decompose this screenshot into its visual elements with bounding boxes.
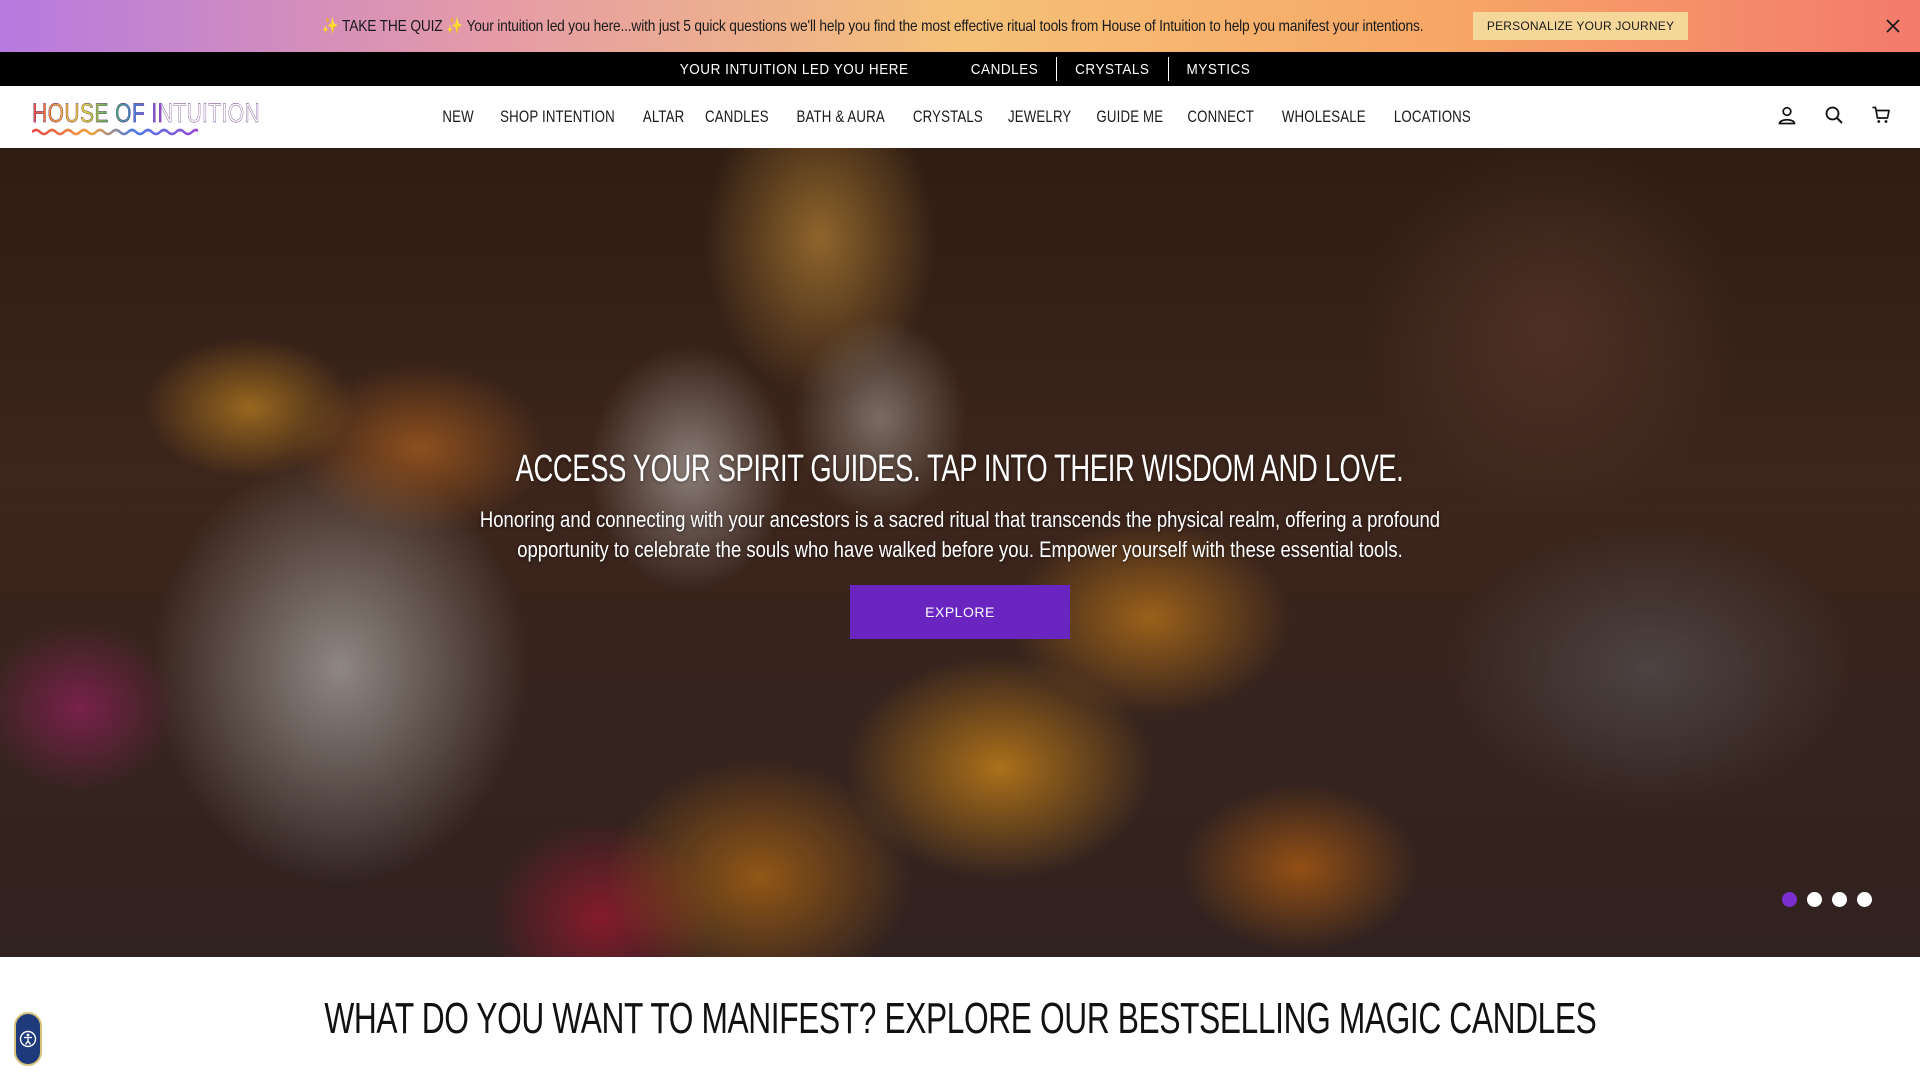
main-header: HOUSE OF INTUITION NEW SHOP INTENTION AL…	[0, 86, 1920, 148]
nav-item-shop-intention[interactable]: SHOP INTENTION	[495, 107, 621, 127]
subnav-divider	[1055, 57, 1057, 81]
nav-item-bath-aura[interactable]: BATH & AURA	[791, 107, 890, 127]
slide-dot-4[interactable]	[1857, 892, 1872, 907]
cart-icon[interactable]	[1869, 103, 1892, 126]
nav-item-connect[interactable]: CONNECT	[1182, 107, 1260, 127]
nav-item-candles[interactable]: CANDLES	[700, 107, 775, 127]
nav-item-crystals[interactable]: CRYSTALS	[908, 107, 989, 127]
header-icons	[1775, 103, 1892, 126]
hero-title: ACCESS YOUR SPIRIT GUIDES. TAP INTO THEI…	[516, 448, 1404, 490]
personalize-journey-button[interactable]: PERSONALIZE YOUR JOURNEY	[1472, 12, 1689, 40]
hero-banner: ACCESS YOUR SPIRIT GUIDES. TAP INTO THEI…	[0, 148, 1920, 957]
slide-dot-1[interactable]	[1782, 892, 1797, 907]
slide-dot-2[interactable]	[1807, 892, 1822, 907]
main-nav: NEW SHOP INTENTION ALTAR CANDLES BATH & …	[0, 86, 1920, 148]
account-icon[interactable]	[1775, 103, 1798, 126]
hero-content: ACCESS YOUR SPIRIT GUIDES. TAP INTO THEI…	[0, 448, 1920, 639]
search-icon[interactable]	[1822, 103, 1845, 126]
slide-dot-3[interactable]	[1832, 892, 1847, 907]
top-subnav: YOUR INTUITION LED YOU HERE CANDLES CRYS…	[0, 52, 1920, 86]
section-title: WHAT DO YOU WANT TO MANIFEST? EXPLORE OU…	[323, 994, 1597, 1043]
hero-description: Honoring and connecting with your ancest…	[479, 507, 1441, 562]
nav-item-guide-me[interactable]: GUIDE ME	[1091, 107, 1169, 127]
subnav-divider	[1167, 57, 1169, 81]
nav-item-jewelry[interactable]: JEWELRY	[1003, 107, 1077, 127]
nav-item-new[interactable]: NEW	[437, 107, 479, 127]
accessibility-icon[interactable]	[14, 1012, 42, 1066]
nav-item-altar[interactable]: ALTAR	[638, 107, 690, 127]
slider-dots	[1782, 892, 1872, 907]
logo[interactable]: HOUSE OF INTUITION	[32, 96, 261, 138]
subnav-item-mystics[interactable]: MYSTICS	[1173, 61, 1262, 78]
nav-item-locations[interactable]: LOCATIONS	[1389, 107, 1477, 127]
nav-item-wholesale[interactable]: WHOLESALE	[1276, 107, 1371, 127]
close-icon[interactable]	[1880, 13, 1906, 39]
subnav-item-candles[interactable]: CANDLES	[958, 61, 1051, 78]
subnav-item-intuition[interactable]: YOUR INTUITION LED YOU HERE	[667, 61, 921, 78]
announcement-bar: ✨ TAKE THE QUIZ ✨ Your intuition led you…	[0, 0, 1920, 52]
logo-wave	[32, 128, 198, 136]
explore-button[interactable]: EXPLORE	[850, 585, 1070, 639]
announcement-text[interactable]: ✨ TAKE THE QUIZ ✨ Your intuition led you…	[322, 16, 1424, 36]
logo-text: HOUSE OF INTUITION	[32, 98, 261, 128]
bestselling-candles-section: WHAT DO YOU WANT TO MANIFEST? EXPLORE OU…	[0, 994, 1920, 1044]
subnav-item-crystals[interactable]: CRYSTALS	[1062, 61, 1162, 78]
